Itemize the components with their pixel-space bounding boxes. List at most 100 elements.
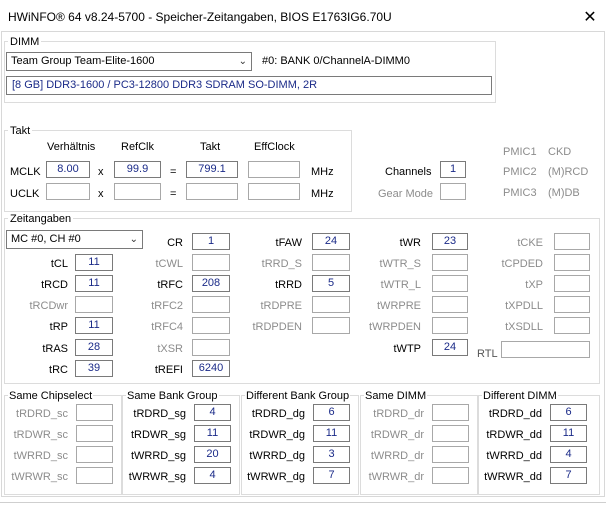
timing-value-twrwr_dr — [432, 467, 469, 484]
timing-label-txsdll: tXSDLL — [505, 321, 543, 333]
timing-value-trdrd_sg: 4 — [194, 404, 231, 421]
gear-mode-value — [440, 183, 466, 200]
uclk-takt-value — [186, 183, 238, 200]
timing-label-trefi: tREFI — [154, 364, 183, 376]
timing-value-trdwr_dd: 11 — [550, 425, 587, 442]
mclk-takt-value: 799.1 — [186, 161, 238, 178]
mclk-effclock-value — [248, 161, 300, 178]
timing-label-tcpded: tCPDED — [501, 258, 543, 270]
header-takt: Takt — [200, 141, 221, 153]
timing-label-cr: CR — [167, 237, 183, 249]
header-refclk: RefClk — [121, 141, 155, 153]
timing-value-trfc: 208 — [192, 275, 230, 292]
timing-label-trdpre: tRDPRE — [260, 300, 302, 312]
timing-label-trrd: tRRD — [275, 279, 302, 291]
module-select-value: Team Group Team-Elite-1600 — [11, 55, 155, 67]
bottom-group-title: Same Chipselect — [8, 390, 94, 402]
timing-value-trdrd_dr — [432, 404, 469, 421]
channel-select[interactable]: MC #0, CH #0 ⌄ — [6, 230, 143, 249]
timing-label-tcl: tCL — [50, 258, 68, 270]
uclk-mul-sign: x — [98, 188, 104, 200]
timing-value-trdrd_sc — [76, 404, 113, 421]
timing-value-tcl: 11 — [75, 254, 113, 271]
timing-value-twrpre — [432, 296, 468, 313]
timing-label-trdrd_sg: tRDRD_sg — [133, 408, 186, 420]
rtl-label: RTL — [477, 348, 498, 360]
timing-label-tfaw: tFAW — [275, 237, 302, 249]
pmic1-label: PMIC1 — [503, 146, 537, 158]
bottom-group-title: Same DIMM — [364, 390, 428, 402]
close-icon[interactable]: ✕ — [580, 7, 600, 27]
timing-value-txpdll — [554, 296, 590, 313]
uclk-ratio-value — [46, 183, 90, 200]
timing-label-trdwr_dr: tRDWR_dr — [370, 429, 424, 441]
timing-value-trdrd_dg: 6 — [313, 404, 350, 421]
timing-label-twrwr_dr: tWRWR_dr — [368, 471, 424, 483]
timing-value-twrrd_sg: 20 — [194, 446, 231, 463]
timing-value-twtr_s — [432, 254, 468, 271]
timing-label-trfc4: tRFC4 — [151, 321, 183, 333]
timing-label-twtr_l: tWTR_L — [380, 279, 421, 291]
timing-value-trdwr_dr — [432, 425, 469, 442]
bank-label: #0: BANK 0/ChannelA-DIMM0 — [262, 55, 410, 67]
uclk-refclk-value — [114, 183, 161, 200]
timing-label-twrrd_dg: tWRRD_dg — [249, 450, 305, 462]
module-spec: [8 GB] DDR3-1600 / PC3-12800 DDR3 SDRAM … — [6, 76, 492, 95]
timing-label-trdwr_dg: tRDWR_dg — [249, 429, 305, 441]
timing-value-tcpded — [554, 254, 590, 271]
mclk-unit: MHz — [311, 166, 334, 178]
timing-label-trdrd_dd: tRDRD_dd — [488, 408, 542, 420]
takt-group-label: Takt — [8, 125, 33, 137]
channel-select-value: MC #0, CH #0 — [11, 233, 81, 245]
timings-group-label: Zeitangaben — [8, 213, 74, 225]
timing-value-twrrd_dg: 3 — [313, 446, 350, 463]
dimm-group-label: DIMM — [8, 36, 42, 48]
mclk-label: MCLK — [10, 166, 41, 178]
timing-value-txsdll — [554, 317, 590, 334]
timing-value-twrpden — [432, 317, 468, 334]
timing-label-twrwr_sc: tWRWR_sc — [11, 471, 68, 483]
timing-value-trdrd_dd: 6 — [550, 404, 587, 421]
module-select[interactable]: Team Group Team-Elite-1600 ⌄ — [6, 52, 252, 71]
timing-label-trdrd_dr: tRDRD_dr — [373, 408, 424, 420]
timing-label-trfc: tRFC — [157, 279, 183, 291]
timing-value-trrd: 5 — [312, 275, 350, 292]
timing-value-trp: 11 — [75, 317, 113, 334]
timing-value-twrrd_dr — [432, 446, 469, 463]
timing-label-twrrd_dd: tWRRD_dd — [486, 450, 542, 462]
timing-label-twrrd_dr: tWRRD_dr — [370, 450, 424, 462]
timing-label-twrpre: tWRPRE — [377, 300, 421, 312]
pmic3-value: (M)DB — [548, 187, 580, 199]
timing-value-trcd: 11 — [75, 275, 113, 292]
uclk-label: UCLK — [10, 188, 40, 200]
window-title: HWiNFO® 64 v8.24-5700 - Speicher-Zeitang… — [8, 10, 392, 24]
channels-value: 1 — [440, 161, 466, 178]
timing-value-trc: 39 — [75, 360, 113, 377]
timing-label-trcdwr: tRCDwr — [29, 300, 69, 312]
timing-value-cr: 1 — [192, 233, 230, 250]
bottom-group-title: Different DIMM — [482, 390, 558, 402]
bottom-group-title: Different Bank Group — [245, 390, 351, 402]
timing-value-twrwr_sg: 4 — [194, 467, 231, 484]
timing-label-trcd: tRCD — [41, 279, 68, 291]
gear-mode-label: Gear Mode — [378, 188, 434, 200]
timing-label-txpdll: tXPDLL — [505, 300, 543, 312]
uclk-effclock-value — [248, 183, 300, 200]
timing-label-tcwl: tCWL — [155, 258, 184, 270]
timing-value-twrwr_dg: 7 — [313, 467, 350, 484]
timing-value-tfaw: 24 — [312, 233, 350, 250]
mclk-mul-sign: x — [98, 166, 104, 178]
timing-value-twrwr_sc — [76, 467, 113, 484]
pmic3-label: PMIC3 — [503, 187, 537, 199]
header-ratio: Verhältnis — [47, 141, 96, 153]
timing-label-twtr_s: tWTR_S — [379, 258, 421, 270]
timing-label-twrpden: tWRPDEN — [369, 321, 421, 333]
timing-value-trdwr_sg: 11 — [194, 425, 231, 442]
bottom-group-title: Same Bank Group — [126, 390, 219, 402]
timing-label-twr: tWR — [399, 237, 421, 249]
pmic1-value: CKD — [548, 146, 572, 158]
timing-label-trdpden: tRDPDEN — [252, 321, 302, 333]
timing-label-trdwr_sc: tRDWR_sc — [13, 429, 68, 441]
chevron-down-icon: ⌄ — [129, 234, 138, 245]
timing-value-tcke — [554, 233, 590, 250]
